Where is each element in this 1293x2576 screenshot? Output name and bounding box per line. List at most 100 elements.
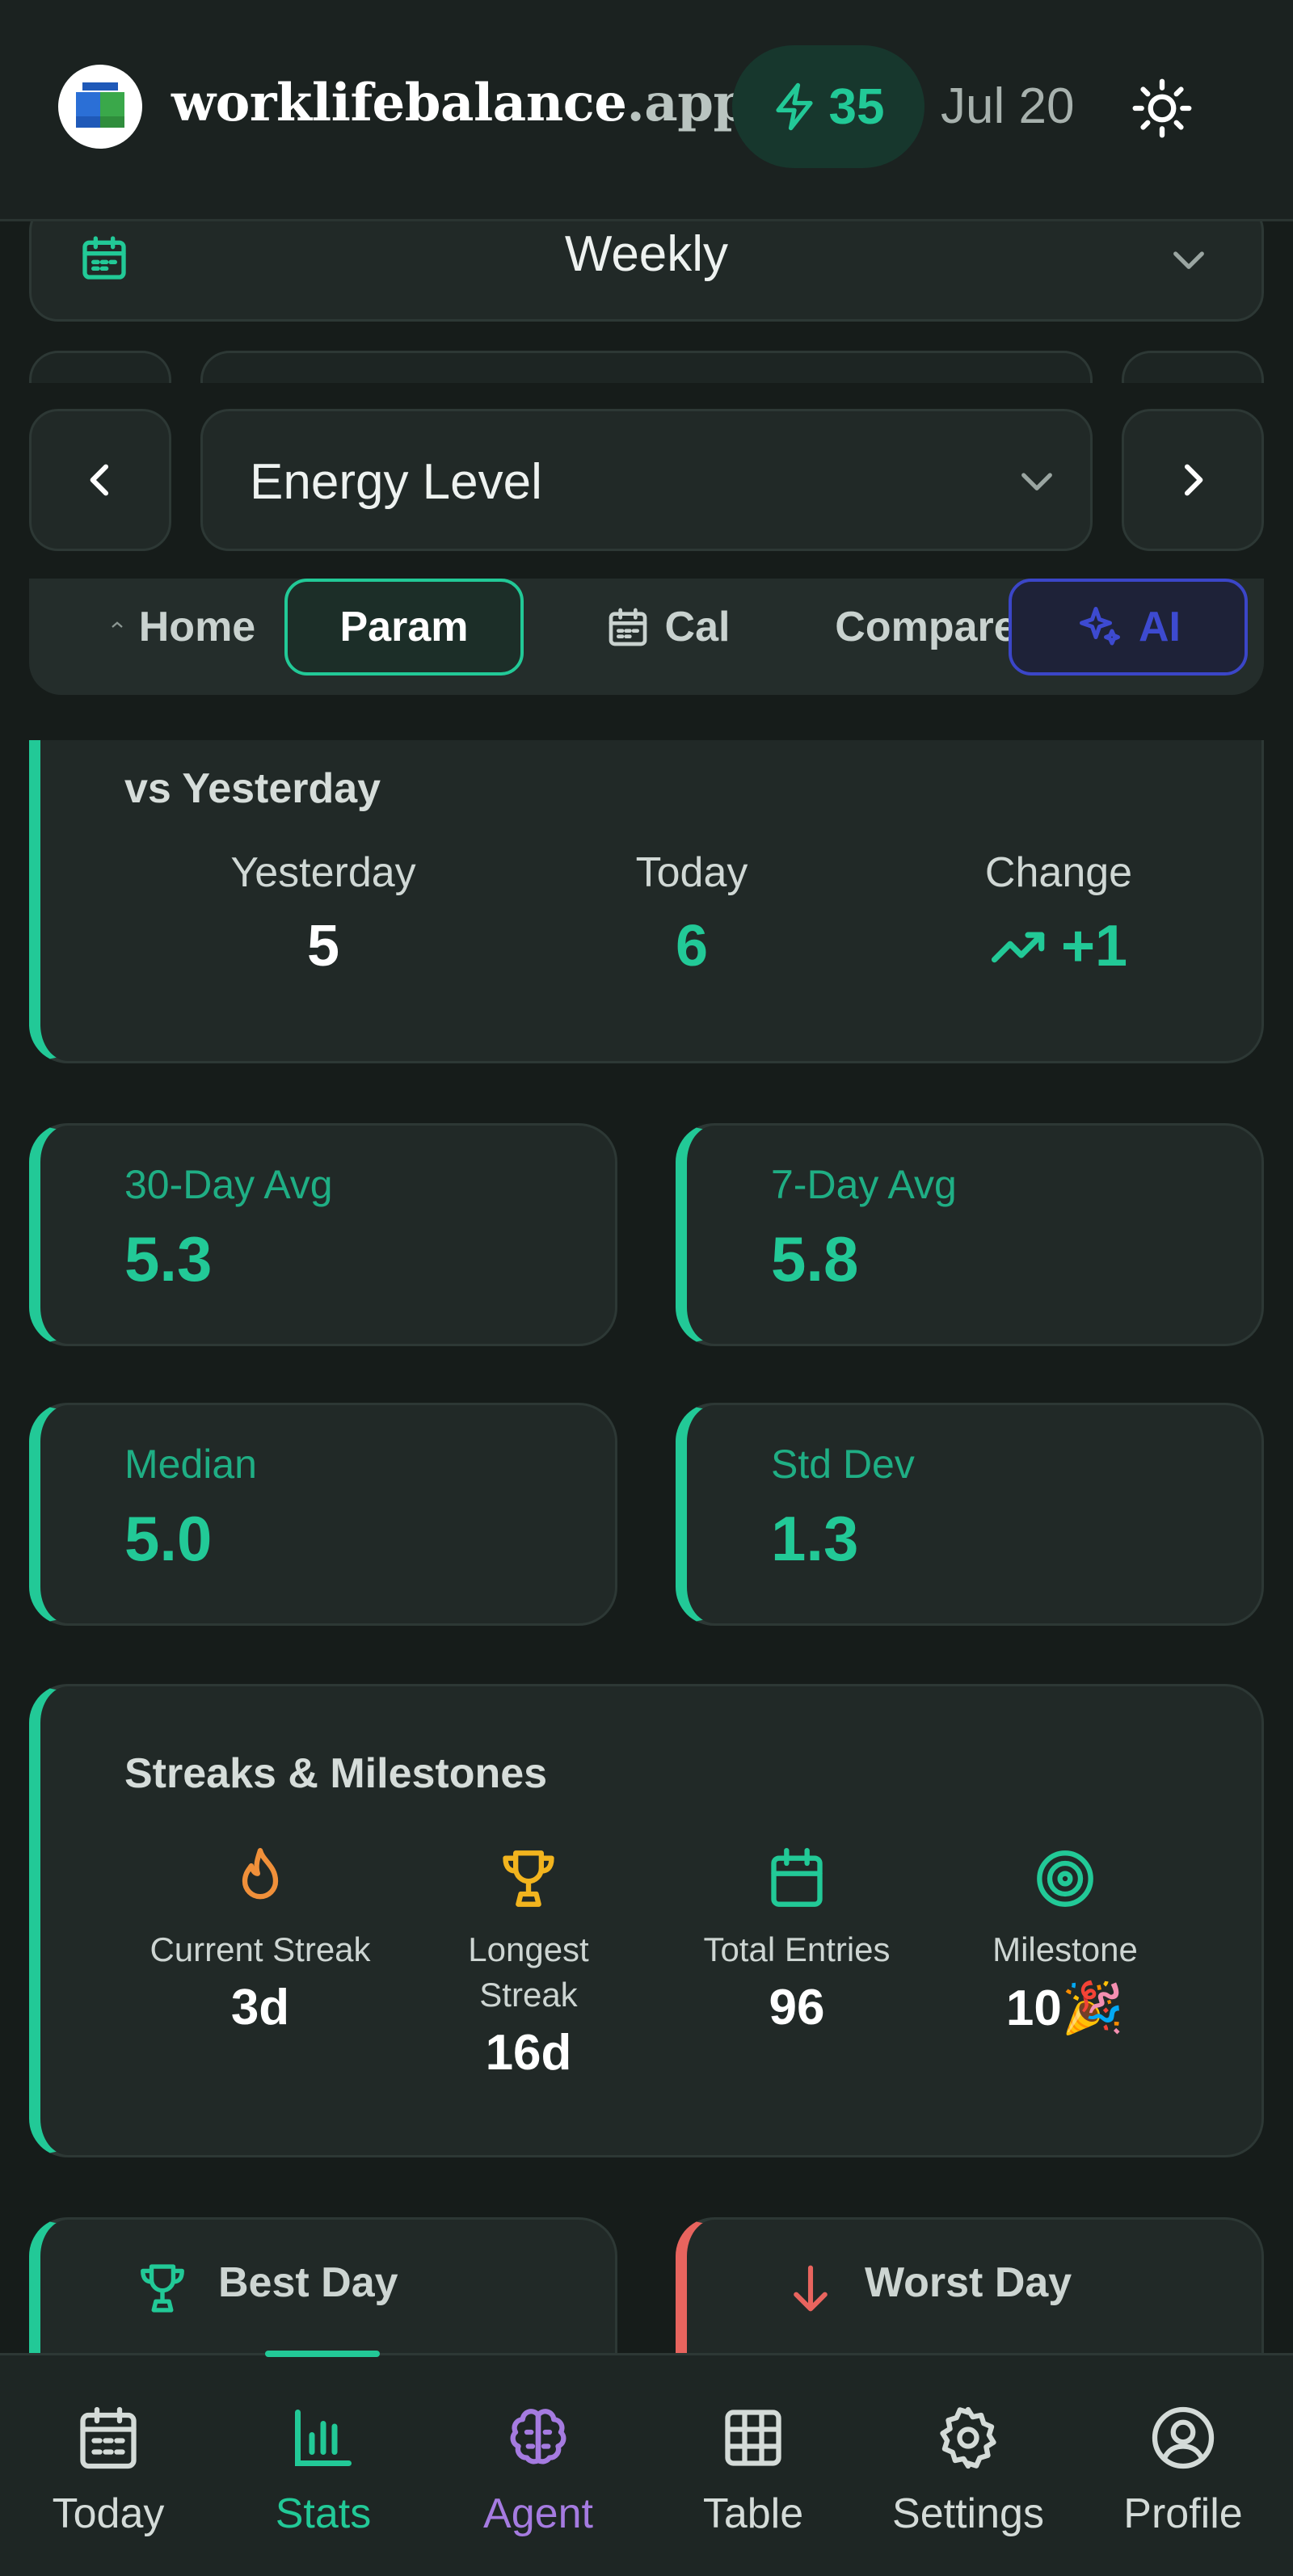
yesterday-column: Yesterday 5 <box>162 848 485 979</box>
yesterday-label: Yesterday <box>230 849 416 896</box>
sparkles-icon <box>1080 607 1120 646</box>
today-value: 6 <box>675 914 709 979</box>
change-label: Change <box>984 849 1133 896</box>
tab-cal[interactable]: Cal <box>562 579 773 676</box>
app-header: worklifebalance.app 35 Jul 20 <box>0 0 1293 221</box>
period-value: Weekly <box>564 226 729 282</box>
tab-home[interactable]: Home <box>78 579 288 676</box>
trophy-icon <box>503 1850 554 1907</box>
nav-settings[interactable]: Settings <box>871 2404 1065 2538</box>
home-icon <box>112 621 123 628</box>
tab-ai[interactable]: AI <box>1009 579 1248 676</box>
ghost-prev <box>29 351 171 383</box>
active-indicator <box>265 2351 380 2357</box>
chevron-down-icon <box>1173 251 1204 269</box>
view-tabs: Home Param Cal Compare AI <box>29 579 1264 695</box>
streak-value: 10🎉 <box>1005 1980 1125 2036</box>
streak-label: Total Entries <box>703 1930 891 1968</box>
nav-agent[interactable]: Agent <box>441 2404 635 2538</box>
bottom-nav: Today Stats Agent Table Settings Profile <box>0 2351 1293 2576</box>
streak-value: 3d <box>230 1980 290 2035</box>
next-parameter-button[interactable] <box>1122 409 1264 551</box>
brain-icon <box>510 2409 566 2464</box>
chevron-down-icon <box>1021 473 1052 490</box>
nav-label: Agent <box>483 2490 593 2537</box>
stat-label: 30-Day Avg <box>124 1162 333 1207</box>
streak-label: Current Streak <box>150 1930 371 1968</box>
brand-word: worklifebalance <box>171 73 627 133</box>
table-icon <box>725 2410 781 2466</box>
nav-label: Today <box>52 2490 165 2537</box>
change-value-row: +1 <box>897 913 1220 979</box>
streak-label: Milestone <box>992 1930 1138 1968</box>
tab-param[interactable]: Param <box>284 579 524 676</box>
nav-profile[interactable]: Profile <box>1086 2404 1280 2538</box>
milestone: Milestone 10🎉 <box>944 1845 1186 2038</box>
stat-value: 5.0 <box>124 1503 213 1574</box>
current-streak: Current Streak 3d <box>139 1845 381 2036</box>
current-date: Jul 20 <box>941 78 1075 134</box>
today-column: Today 6 <box>530 848 853 979</box>
energy-badge[interactable]: 35 <box>732 45 924 168</box>
nav-label: Profile <box>1123 2490 1243 2537</box>
chevron-left-icon <box>90 464 109 496</box>
ghost-select <box>200 351 1093 383</box>
stat-label: Std Dev <box>771 1442 915 1487</box>
parameter-value: Energy Level <box>250 454 542 510</box>
stat-value: 5.8 <box>771 1223 859 1294</box>
yesterday-value: 5 <box>306 914 340 979</box>
energy-count: 35 <box>828 78 885 135</box>
ghost-next <box>1122 351 1264 383</box>
parameter-dropdown[interactable]: Energy Level <box>200 409 1093 551</box>
stat-label: Median <box>124 1442 257 1487</box>
prev-parameter-button[interactable] <box>29 409 171 551</box>
streaks-title: Streaks & Milestones <box>124 1750 548 1797</box>
nav-stats[interactable]: Stats <box>226 2404 420 2538</box>
arrow-down-icon <box>794 2265 828 2312</box>
brand-tld: .app <box>626 73 749 133</box>
stat-label: 7-Day Avg <box>771 1162 957 1207</box>
stat-card-7-day-avg: 7-Day Avg 5.8 <box>676 1123 1264 1346</box>
change-value: +1 <box>1060 914 1128 979</box>
bar-chart-icon <box>295 2410 352 2466</box>
tab-label: Cal <box>664 604 731 650</box>
trophy-icon <box>141 2264 184 2313</box>
gear-icon <box>940 2406 996 2469</box>
nav-label: Settings <box>892 2490 1044 2537</box>
brand-name: worklifebalance.app <box>171 73 749 133</box>
change-column: Change +1 <box>897 848 1220 979</box>
trending-up-icon <box>991 932 1045 963</box>
streak-label: Longest Streak <box>468 1930 589 2014</box>
nav-label: Stats <box>275 2490 372 2537</box>
calendar-icon <box>609 608 646 646</box>
worst-day-title: Worst Day <box>865 2259 1072 2306</box>
stat-card-median: Median 5.0 <box>29 1403 617 1626</box>
stat-value: 5.3 <box>124 1223 213 1294</box>
target-icon <box>1037 1850 1093 1907</box>
total-entries: Total Entries 96 <box>676 1845 918 2036</box>
comparison-card: vs Yesterday Yesterday 5 Today 6 Change … <box>29 740 1264 1063</box>
tab-label: Home <box>138 604 256 650</box>
nav-today[interactable]: Today <box>11 2404 205 2538</box>
streak-value: 96 <box>769 1980 825 2035</box>
calendar-icon <box>80 2406 137 2469</box>
stat-card-30-day-avg: 30-Day Avg 5.3 <box>29 1123 617 1346</box>
best-day-title: Best Day <box>218 2259 398 2306</box>
tab-label: Compare <box>835 604 1017 650</box>
tab-label: AI <box>1139 604 1181 650</box>
user-circle-icon <box>1152 2406 1215 2469</box>
sun-icon[interactable] <box>1131 78 1193 139</box>
stat-value: 1.3 <box>771 1503 859 1574</box>
chevron-right-icon <box>1184 464 1203 496</box>
streaks-card: Streaks & Milestones Current Streak 3d L… <box>29 1684 1264 2157</box>
bolt-icon <box>775 82 813 131</box>
tab-label: Param <box>339 604 469 650</box>
nav-table[interactable]: Table <box>656 2404 850 2538</box>
longest-streak: Longest Streak 16d <box>407 1845 650 2081</box>
calendar-icon <box>771 1848 823 1907</box>
flame-icon <box>242 1848 279 1900</box>
comparison-title: vs Yesterday <box>124 765 381 812</box>
streak-value: 16d <box>485 2025 572 2081</box>
nav-label: Table <box>702 2490 804 2537</box>
app-logo[interactable] <box>58 65 142 149</box>
